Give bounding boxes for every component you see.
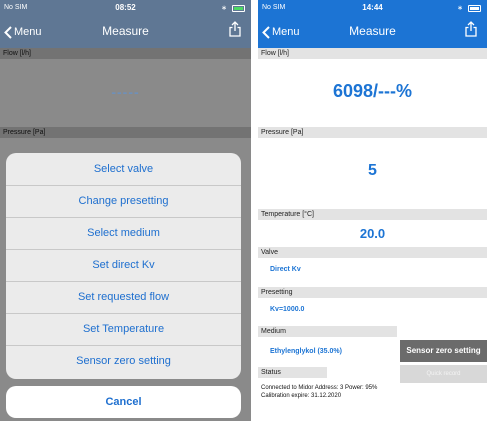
right-phone-screen: No SIM 14:44 ∗ Menu Measure Flow [l/h] 6… [258,0,487,421]
battery-icon [232,4,245,12]
presetting-value[interactable]: Kv=1000.0 [270,306,304,313]
clock-label: 08:52 [115,3,136,12]
share-icon [465,21,477,37]
presetting-header: Presetting [258,287,487,298]
valve-value[interactable]: Direct Kv [270,266,301,273]
clock-label: 14:44 [362,3,383,12]
flow-value: 6098/---% [332,81,413,101]
battery-indicator: ∗ [457,4,481,12]
action-sheet: Select valve Change presetting Select me… [6,153,241,379]
status-header: Status [258,367,327,378]
set-temperature-option[interactable]: Set Temperature [6,313,241,346]
change-presetting-option[interactable]: Change presetting [6,185,241,218]
flow-header: Flow [l/h] [0,48,251,59]
pressure-header: Pressure [Pa] [258,127,487,138]
set-requested-flow-option[interactable]: Set requested flow [6,281,241,314]
page-title: Measure [349,24,396,38]
temperature-value: 20.0 [359,226,386,241]
flow-value: ----- [111,84,140,100]
medium-value[interactable]: Ethylenglykol (35.0%) [270,348,342,355]
bluetooth-icon: ∗ [457,5,464,12]
sensor-zero-setting-option[interactable]: Sensor zero setting [6,345,241,377]
status-bar: No SIM 08:52 ∗ [0,0,251,16]
left-phone-screen: No SIM 08:52 ∗ Menu Measure Flow [l/h] -… [0,0,251,421]
pressure-header: Pressure [Pa] [0,127,251,138]
medium-header: Medium [258,326,397,337]
share-button[interactable] [465,21,477,42]
temperature-header: Temperature [°C] [258,209,487,220]
bluetooth-icon: ∗ [221,5,228,12]
flow-header: Flow [l/h] [258,48,487,59]
cancel-button[interactable]: Cancel [6,386,241,418]
battery-icon [468,4,481,12]
share-button[interactable] [229,21,241,42]
nav-bar: Menu Measure [0,16,251,48]
status-bar: No SIM 14:44 ∗ [258,0,487,16]
quick-record-button[interactable]: Quick record [400,365,487,383]
nav-bar: Menu Measure [258,16,487,48]
page-title: Measure [102,24,149,38]
select-medium-option[interactable]: Select medium [6,217,241,250]
pressure-value: 5 [368,162,377,179]
status-text: Connected to Midor Address: 3 Power: 95%… [261,385,378,399]
sensor-zero-setting-button[interactable]: Sensor zero setting [400,340,487,362]
select-valve-option[interactable]: Select valve [6,153,241,186]
set-direct-kv-option[interactable]: Set direct Kv [6,249,241,282]
battery-indicator: ∗ [221,4,245,12]
share-icon [229,21,241,37]
valve-header: Valve [258,247,487,258]
